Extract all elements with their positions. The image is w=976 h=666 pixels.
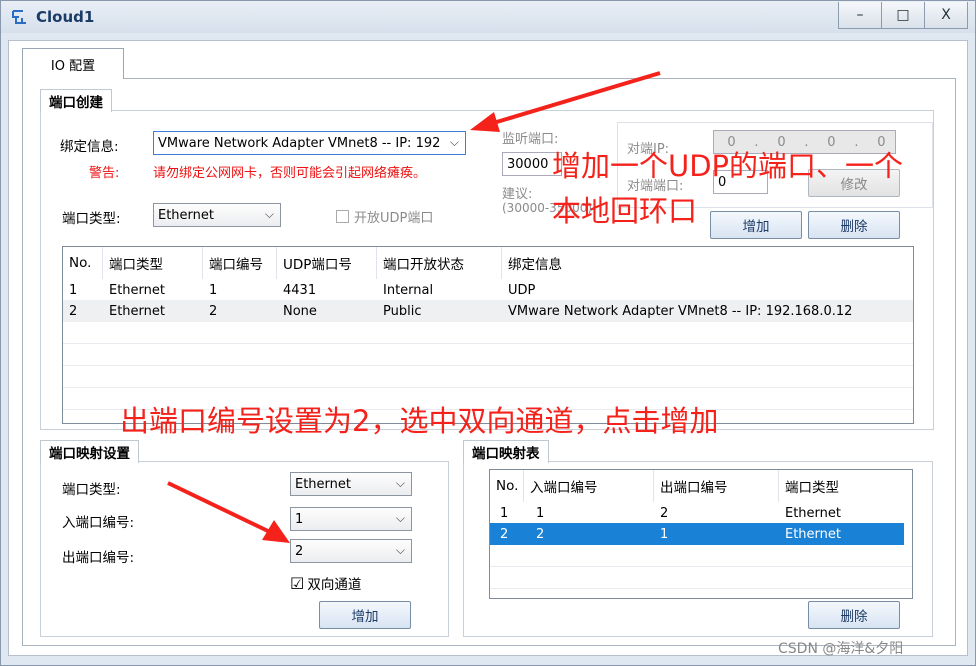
- arrow-to-out-port: [167, 481, 290, 543]
- watermark: CSDN @海洋&夕阳: [778, 641, 904, 657]
- arrow-to-bind-combo: [470, 71, 661, 132]
- annotation-arrows: [167, 71, 661, 543]
